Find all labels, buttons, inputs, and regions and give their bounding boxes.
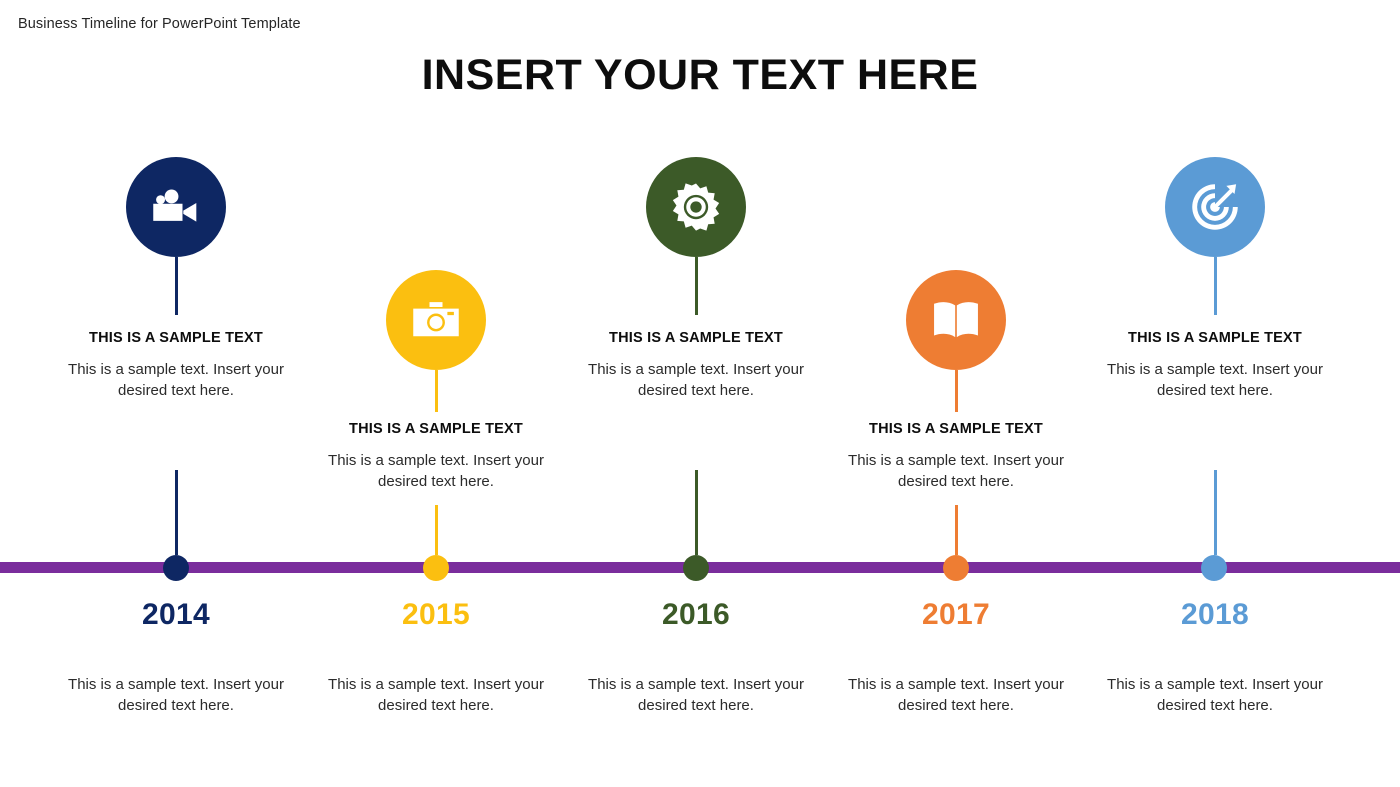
milestone-stem-upper-2016 (694, 257, 698, 315)
timeline-stage-2016[interactable]: THIS IS A SAMPLE TEXT This is a sample te… (566, 0, 826, 787)
milestone-axis-dot-2015[interactable] (423, 555, 449, 581)
milestone-bottom-body-2016: This is a sample text. Insert your desir… (588, 676, 804, 714)
video-camera-icon (150, 181, 202, 233)
milestone-heading-2018: THIS IS A SAMPLE TEXT (1128, 330, 1302, 346)
timeline-stage-2015[interactable]: THIS IS A SAMPLE TEXT This is a sample te… (306, 0, 566, 787)
milestone-text-block-2016: THIS IS A SAMPLE TEXT This is a sample te… (566, 330, 826, 401)
milestone-year-2015: 2015 (402, 598, 470, 631)
milestone-heading-2016: THIS IS A SAMPLE TEXT (609, 330, 783, 346)
milestone-stem-upper-2015 (434, 370, 438, 412)
milestone-stem-upper-2014 (174, 257, 178, 315)
milestone-body-2018: This is a sample text. Insert your desir… (1107, 361, 1323, 399)
milestone-bottom-body-2014: This is a sample text. Insert your desir… (68, 676, 284, 714)
milestone-axis-dot-2018[interactable] (1201, 555, 1227, 581)
timeline-stage-2014[interactable]: THIS IS A SAMPLE TEXT This is a sample te… (46, 0, 306, 787)
timeline-stage-2017[interactable]: THIS IS A SAMPLE TEXT This is a sample te… (826, 0, 1086, 787)
milestone-heading-2015: THIS IS A SAMPLE TEXT (349, 421, 523, 437)
milestone-axis-dot-2014[interactable] (163, 555, 189, 581)
milestone-axis-dot-2017[interactable] (943, 555, 969, 581)
milestone-text-block-2015: THIS IS A SAMPLE TEXT This is a sample te… (306, 421, 566, 492)
milestone-text-block-2017: THIS IS A SAMPLE TEXT This is a sample te… (826, 421, 1086, 492)
photo-camera-icon (410, 294, 462, 346)
milestone-body-2015: This is a sample text. Insert your desir… (328, 452, 544, 490)
milestone-year-2014: 2014 (142, 598, 210, 631)
target-arrow-icon (1189, 181, 1241, 233)
milestone-text-block-2014: THIS IS A SAMPLE TEXT This is a sample te… (46, 330, 306, 401)
milestone-stem-upper-2018 (1213, 257, 1217, 315)
milestone-stem-upper-2017 (954, 370, 958, 412)
milestone-bottom-body-2017: This is a sample text. Insert your desir… (848, 676, 1064, 714)
milestone-body-2017: This is a sample text. Insert your desir… (848, 452, 1064, 490)
milestone-stem-lower-2014 (174, 470, 178, 555)
milestone-year-2016: 2016 (662, 598, 730, 631)
milestone-heading-2017: THIS IS A SAMPLE TEXT (869, 421, 1043, 437)
milestone-text-block-2018: THIS IS A SAMPLE TEXT This is a sample te… (1085, 330, 1345, 401)
milestone-body-2016: This is a sample text. Insert your desir… (588, 361, 804, 399)
milestone-year-2018: 2018 (1181, 598, 1249, 631)
open-book-icon (930, 294, 982, 346)
milestone-axis-dot-2016[interactable] (683, 555, 709, 581)
milestone-body-2014: This is a sample text. Insert your desir… (68, 361, 284, 399)
milestone-bottom-body-2015: This is a sample text. Insert your desir… (328, 676, 544, 714)
milestone-icon-circle-2014[interactable] (126, 157, 226, 257)
milestone-icon-circle-2017[interactable] (906, 270, 1006, 370)
milestone-stem-lower-2018 (1213, 470, 1217, 555)
milestone-heading-2014: THIS IS A SAMPLE TEXT (89, 330, 263, 346)
milestone-icon-circle-2016[interactable] (646, 157, 746, 257)
milestone-icon-circle-2018[interactable] (1165, 157, 1265, 257)
milestone-year-2017: 2017 (922, 598, 990, 631)
gear-icon (670, 181, 722, 233)
timeline-stage-2018[interactable]: THIS IS A SAMPLE TEXT This is a sample te… (1085, 0, 1345, 787)
milestone-bottom-body-2018: This is a sample text. Insert your desir… (1107, 676, 1323, 714)
milestone-stem-lower-2017 (954, 505, 958, 555)
milestone-icon-circle-2015[interactable] (386, 270, 486, 370)
milestone-stem-lower-2016 (694, 470, 698, 555)
milestone-stem-lower-2015 (434, 505, 438, 555)
